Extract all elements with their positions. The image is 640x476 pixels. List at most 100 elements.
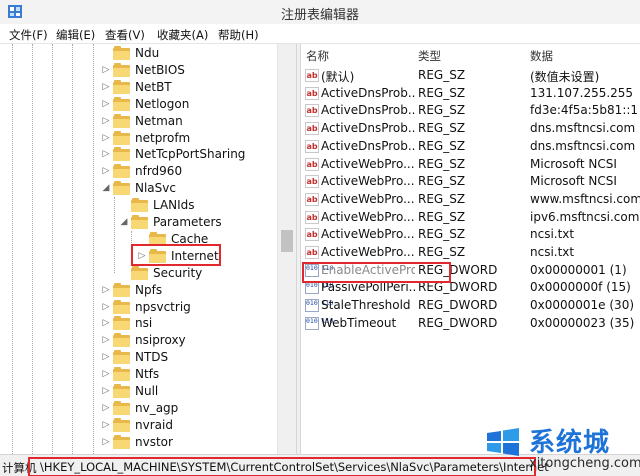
- expand-arrow-icon[interactable]: ▷: [100, 419, 112, 431]
- folder-icon: [113, 384, 130, 398]
- value-row[interactable]: ab ActiveWebPro... REG_SZ ncsi.txt: [301, 244, 640, 261]
- value-row[interactable]: ab ActiveDnsProb... REG_SZ 131.107.255.255: [301, 85, 640, 102]
- value-list[interactable]: 名称 类型 数据 ab (默认) REG_SZ (数值未设置) ab ActiveDnsP…: [301, 44, 640, 454]
- value-data: dns.msftncsi.com: [530, 138, 636, 153]
- menu-view[interactable]: 查看(V): [105, 27, 145, 43]
- binary-value-icon: 010 110: [305, 299, 333, 313]
- expand-arrow-icon[interactable]: ▷: [100, 301, 112, 313]
- value-type: REG_SZ: [418, 68, 466, 82]
- expand-arrow-icon[interactable]: ▷: [100, 98, 112, 110]
- value-name: WebTimeout: [321, 315, 397, 330]
- value-row[interactable]: ab ActiveDnsProb... REG_SZ dns.msftncsi.com: [301, 138, 640, 155]
- registry-tree[interactable]: Ndu ▷ NetBIOS ▷ NetBT ▷ Netlogon ▷ Netman ▷ netpro…: [0, 44, 277, 454]
- value-name: ActiveDnsProb...: [321, 138, 415, 153]
- tree-node-label: Null: [135, 384, 159, 398]
- value-data: 131.107.255.255: [530, 85, 634, 100]
- tree-node-label: nsi: [135, 316, 153, 331]
- column-header-name[interactable]: 名称: [306, 48, 329, 64]
- value-row[interactable]: ab (默认) REG_SZ (数值未设置): [301, 67, 640, 84]
- value-data: Microsoft NCSI: [530, 174, 617, 189]
- menu-file[interactable]: 文件(F): [9, 27, 48, 43]
- value-type: REG_DWORD: [418, 315, 498, 330]
- value-row[interactable]: ab ActiveWebPro... REG_SZ Microsoft NCSI: [301, 173, 640, 190]
- menu-help[interactable]: 帮助(H): [218, 27, 259, 43]
- value-row[interactable]: ab ActiveWebPro... REG_SZ www.msftncsi.com: [301, 191, 640, 208]
- binary-value-icon: 010 110: [305, 316, 333, 330]
- value-name: ActiveWebPro...: [321, 209, 415, 224]
- tree-guide: [114, 197, 115, 273]
- value-name: ActiveWebPro...: [321, 174, 415, 189]
- watermark-url: xitongcheng.com: [529, 456, 640, 471]
- folder-icon: [113, 164, 130, 179]
- value-row[interactable]: ab ActiveWebPro... REG_SZ ipv6.msftncsi.com: [301, 209, 640, 226]
- value-row[interactable]: ab ActiveDnsProb... REG_SZ dns.msftncsi.com: [301, 120, 640, 137]
- value-row[interactable]: 010 110 WebTimeout REG_DWORD 0x00000023 (35…: [301, 315, 640, 332]
- expand-arrow-icon[interactable]: ▷: [100, 385, 112, 397]
- value-type: REG_SZ: [418, 227, 466, 242]
- expand-arrow-icon[interactable]: ▷: [100, 368, 112, 380]
- expand-arrow-icon[interactable]: ▷: [100, 115, 112, 127]
- tree-node-label: NTDS: [135, 350, 169, 365]
- watermark-logo-icon: [487, 428, 519, 456]
- value-name: ActiveWebPro...: [321, 245, 415, 259]
- string-value-icon: ab: [305, 139, 319, 153]
- tree-guide: [72, 44, 73, 454]
- value-data: 0x00000023 (35): [530, 315, 635, 330]
- enable-active-probing-highlight: [302, 262, 451, 283]
- folder-icon: [113, 417, 130, 432]
- value-name: ActiveDnsProb...: [321, 85, 415, 100]
- value-row[interactable]: 010 110 StaleThreshold REG_DWORD 0x0000001e…: [301, 297, 640, 314]
- expand-arrow-icon[interactable]: ▷: [100, 81, 112, 93]
- expand-arrow-icon[interactable]: ▷: [100, 402, 112, 414]
- string-value-icon: ab: [305, 228, 319, 242]
- menu-favorites[interactable]: 收藏夹(A): [157, 27, 208, 43]
- expand-arrow-icon[interactable]: ▷: [100, 284, 112, 296]
- folder-icon: [113, 434, 130, 449]
- tree-node-label: nsiproxy: [135, 333, 186, 348]
- string-value-icon: ab: [305, 104, 319, 118]
- expand-arrow-icon[interactable]: ▷: [100, 334, 112, 346]
- tree-node-label: netprofm: [135, 130, 191, 145]
- value-type: REG_SZ: [418, 103, 466, 118]
- value-row[interactable]: ab ActiveWebPro... REG_SZ Microsoft NCSI: [301, 156, 640, 173]
- menu-edit[interactable]: 编辑(E): [56, 27, 95, 43]
- expand-arrow-icon[interactable]: ▷: [100, 132, 112, 144]
- value-name: ActiveWebPro...: [321, 156, 415, 171]
- value-type: REG_SZ: [418, 85, 466, 100]
- value-data: www.msftncsi.com: [530, 191, 640, 206]
- collapse-arrow-icon[interactable]: ◢: [118, 216, 130, 228]
- value-row[interactable]: ab ActiveWebPro... REG_SZ ncsi.txt: [301, 226, 640, 243]
- expand-arrow-icon[interactable]: ▷: [100, 165, 112, 177]
- string-value-icon: ab: [305, 157, 319, 171]
- value-row[interactable]: ab ActiveDnsProb... REG_SZ fd3e:4f5a:5b81::…: [301, 102, 640, 119]
- watermark-title: 系统城: [529, 428, 611, 458]
- value-type: REG_SZ: [418, 245, 466, 259]
- value-type: REG_SZ: [418, 156, 466, 171]
- value-data: (数值未设置): [530, 70, 600, 84]
- tree-node-label: NetBT: [135, 79, 172, 94]
- column-header-data[interactable]: 数据: [530, 48, 553, 64]
- value-type: REG_SZ: [418, 121, 466, 136]
- expand-arrow-icon[interactable]: ▷: [100, 317, 112, 329]
- tree-guide: [32, 44, 33, 454]
- expand-arrow-icon[interactable]: ▷: [100, 351, 112, 363]
- expand-arrow-icon[interactable]: ▷: [100, 436, 112, 448]
- value-type: REG_SZ: [418, 138, 466, 153]
- folder-icon: [113, 46, 130, 60]
- tree-scrollbar-thumb[interactable]: [281, 230, 293, 252]
- value-name: (默认): [321, 70, 355, 84]
- binary-value-icon: 010 110: [305, 281, 333, 295]
- tree-node-label: Ntfs: [135, 367, 160, 382]
- value-name: ActiveDnsProb...: [321, 121, 415, 136]
- expand-arrow-icon[interactable]: ▷: [100, 64, 112, 76]
- string-value-icon: ab: [305, 210, 319, 224]
- collapse-arrow-icon[interactable]: ◢: [100, 182, 112, 194]
- column-header-type[interactable]: 类型: [418, 48, 441, 64]
- expand-arrow-icon[interactable]: ▷: [100, 148, 112, 160]
- tree-scrollbar[interactable]: [277, 44, 296, 454]
- string-value-icon: ab: [305, 192, 319, 206]
- value-type: REG_SZ: [418, 191, 466, 206]
- value-data: ncsi.txt: [530, 227, 575, 242]
- tree-node-label: LANIds: [153, 198, 195, 213]
- tree-node-label: nvraid: [135, 417, 173, 432]
